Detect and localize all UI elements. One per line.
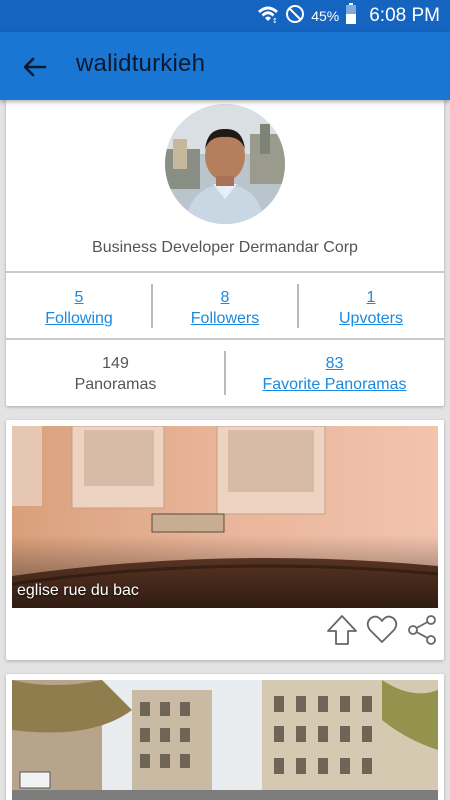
following-stat[interactable]: 5 Following (6, 287, 152, 329)
profile-bio: Business Developer Dermandar Corp (92, 239, 358, 256)
status-bar: ↕ 45% 6:08 PM (0, 0, 450, 32)
battery-icon (345, 2, 357, 30)
upvoters-stat[interactable]: 1 Upvoters (298, 287, 444, 329)
upvoters-label[interactable]: Upvoters (298, 308, 444, 329)
followers-stat[interactable]: 8 Followers (152, 287, 298, 329)
panoramas-label: Panoramas (74, 376, 157, 393)
share-icon (408, 615, 436, 645)
share-button[interactable] (406, 614, 438, 646)
svg-text:↕: ↕ (272, 17, 278, 24)
avatar (165, 104, 285, 224)
app-bar: walidturkieh (0, 32, 450, 100)
favorites-stat[interactable]: 83 Favorite Panoramas (225, 353, 444, 395)
panorama-card (6, 674, 444, 800)
upvote-icon (327, 615, 357, 645)
panoramas-count: 149 (102, 355, 129, 372)
upvoters-count[interactable]: 1 (298, 287, 444, 308)
profile-card: Business Developer Dermandar Corp 5 Foll… (6, 100, 444, 406)
panorama-card: eglise rue du bac (6, 420, 444, 660)
followers-label[interactable]: Followers (152, 308, 298, 329)
wifi-icon: ↕ (257, 4, 279, 29)
do-not-disturb-icon (285, 4, 305, 29)
upvote-button[interactable] (326, 614, 358, 646)
heart-icon (366, 615, 398, 643)
divider (6, 338, 444, 340)
panorama-actions (326, 614, 438, 646)
arrow-left-icon (23, 57, 47, 77)
panorama-caption: eglise rue du bac (17, 582, 139, 599)
following-label[interactable]: Following (6, 308, 152, 329)
panoramas-stat: 149 Panoramas (6, 353, 225, 395)
following-count[interactable]: 5 (6, 287, 152, 308)
back-button[interactable] (20, 52, 50, 82)
favorites-label[interactable]: Favorite Panoramas (225, 374, 444, 395)
clock: 6:08 PM (369, 5, 440, 26)
battery-percent: 45% (311, 8, 340, 24)
followers-count[interactable]: 8 (152, 287, 298, 308)
page-title: walidturkieh (76, 50, 206, 77)
panorama-thumbnail[interactable]: eglise rue du bac (12, 426, 438, 608)
favorite-button[interactable] (366, 614, 398, 646)
favorites-count[interactable]: 83 (225, 353, 444, 374)
divider (6, 271, 444, 273)
panorama-thumbnail[interactable] (12, 680, 438, 800)
